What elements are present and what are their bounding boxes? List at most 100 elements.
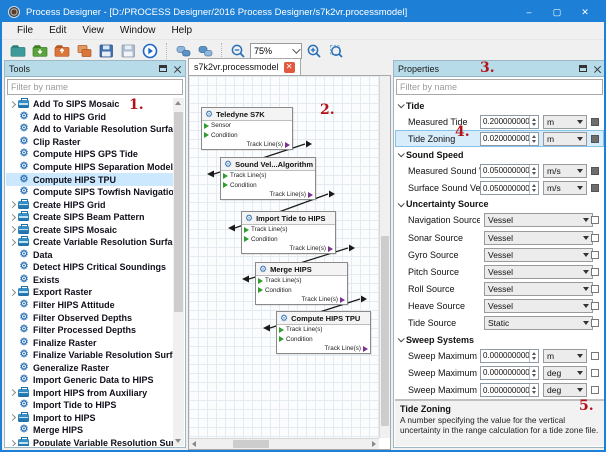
close-button[interactable]: ✕ [572,4,598,20]
expand-chevron-icon[interactable] [9,101,16,108]
save-as-button[interactable] [118,41,138,60]
process-canvas[interactable]: ⚙Teledyne S7KSensorConditionTrack Line(s… [189,76,379,438]
value-spinbox[interactable]: 0.050000000 [480,181,539,195]
output-port[interactable]: Track Line(s) [246,141,290,148]
value-spinbox[interactable]: 0.000000000 [480,383,539,397]
process-node[interactable]: ⚙Import Tide to HIPSTrack Line(s)Conditi… [241,211,336,254]
tool-item[interactable]: ⚙Add to Variable Resolution Surface [6,123,173,136]
tool-item[interactable]: Export Raster [6,286,173,299]
open-process-model-button[interactable] [30,41,50,60]
input-port[interactable]: Sensor [202,121,292,131]
output-port[interactable]: Track Line(s) [324,345,368,352]
collapse-chevron-icon[interactable] [398,200,405,207]
tool-item[interactable]: ⚙Finalize Raster [6,336,173,349]
collapse-chevron-icon[interactable] [398,151,405,158]
tool-item[interactable]: ⚙Compute HIPS GPS Tide [6,148,173,161]
tools-scrollbar[interactable] [173,98,184,446]
tool-item[interactable]: Add To SIPS Mosaic [6,98,173,111]
float-panel-icon[interactable] [159,65,167,72]
unit-combo[interactable]: m [543,115,587,129]
property-extra-button[interactable] [591,118,599,126]
property-extra-button[interactable] [591,319,599,327]
spinner-buttons-icon[interactable] [529,133,538,145]
spinner-buttons-icon[interactable] [529,350,538,362]
expand-chevron-icon[interactable] [9,389,16,396]
property-extra-button[interactable] [591,251,599,259]
source-combo[interactable]: Vessel [484,299,593,313]
value-spinbox[interactable]: 0.020000000 [480,132,539,146]
save-button[interactable] [96,41,116,60]
collapse-chevron-icon[interactable] [398,101,405,108]
input-port[interactable]: Track Line(s) [277,325,370,335]
tab-processmodel[interactable]: s7k2vr.processmodel ✕ [188,58,301,75]
property-extra-button[interactable] [591,184,599,192]
property-extra-button[interactable] [591,285,599,293]
tool-item[interactable]: Create SIPS Beam Pattern [6,211,173,224]
spinner-buttons-icon[interactable] [529,182,538,194]
menu-edit[interactable]: Edit [42,23,73,38]
source-combo[interactable]: Static [484,316,593,330]
spinner-buttons-icon[interactable] [529,116,538,128]
tool-item[interactable]: ⚙Compute SIPS Towfish Navigation [6,186,173,199]
tool-item[interactable]: ⚙Filter HIPS Attitude [6,299,173,312]
unit-combo[interactable]: deg [543,366,587,380]
tool-item[interactable]: ⚙Add to HIPS Grid [6,111,173,124]
import-process-model-button[interactable] [52,41,72,60]
tool-item[interactable]: ⚙Generalize Raster [6,361,173,374]
menu-window[interactable]: Window [113,23,163,38]
expand-chevron-icon[interactable] [9,414,16,421]
scroll-thumb[interactable] [174,112,183,312]
unit-combo[interactable]: deg [543,383,587,397]
spinner-buttons-icon[interactable] [529,384,538,396]
tool-item[interactable]: ⚙Filter Processed Depths [6,324,173,337]
tool-item[interactable]: ⚙Finalize Variable Resolution Surface [6,349,173,362]
tool-item[interactable]: Populate Variable Resolution Surf... [6,437,173,446]
minimize-button[interactable]: – [516,4,542,20]
tool-item[interactable]: ⚙Compute HIPS TPU [6,173,173,186]
run-process-button[interactable] [140,41,160,60]
value-spinbox[interactable]: 0.000000000 [480,349,539,363]
source-combo[interactable]: Vessel [484,282,593,296]
scroll-up-icon[interactable] [175,101,181,105]
float-panel-icon[interactable] [579,65,587,72]
value-spinbox[interactable]: 0.200000000 [480,115,539,129]
new-process-model-button[interactable] [8,41,28,60]
input-port[interactable]: Track Line(s) [242,225,335,235]
property-extra-button[interactable] [591,302,599,310]
input-port[interactable]: Condition [256,286,347,296]
tools-filter-input[interactable] [7,79,183,95]
input-port[interactable]: Condition [242,235,335,245]
process-node[interactable]: ⚙Teledyne S7KSensorConditionTrack Line(s… [201,107,293,150]
scroll-right-icon[interactable] [372,441,376,447]
tab-close-icon[interactable]: ✕ [284,62,295,73]
expand-chevron-icon[interactable] [9,289,16,296]
tool-item[interactable]: ⚙Import Tide to HIPS [6,399,173,412]
property-extra-button[interactable] [591,369,599,377]
process-node[interactable]: ⚙Sound Vel...AlgorithmTrack Line(s)Condi… [220,157,316,200]
spinner-buttons-icon[interactable] [529,165,538,177]
expand-chevron-icon[interactable] [9,439,16,446]
expand-chevron-icon[interactable] [9,201,16,208]
spinner-buttons-icon[interactable] [529,367,538,379]
copy-process-model-button[interactable] [74,41,94,60]
property-group-header[interactable]: Uncertainty Source [395,197,604,212]
tool-item[interactable]: ⚙Data [6,249,173,262]
scroll-thumb[interactable] [233,440,269,448]
scroll-thumb[interactable] [381,236,389,426]
menu-file[interactable]: File [10,23,40,38]
value-spinbox[interactable]: 0.000000000 [480,366,539,380]
output-port[interactable]: Track Line(s) [269,191,313,198]
close-panel-icon[interactable] [593,65,601,73]
source-combo[interactable]: Vessel [484,231,593,245]
process-node[interactable]: ⚙Merge HIPSTrack Line(s)ConditionTrack L… [255,262,348,305]
output-port[interactable]: Track Line(s) [289,245,333,252]
unit-combo[interactable]: m [543,349,587,363]
input-port[interactable]: Condition [202,131,292,141]
scroll-left-icon[interactable] [192,441,196,447]
tool-item[interactable]: ⚙Clip Raster [6,136,173,149]
tool-item[interactable]: ⚙Filter Observed Depths [6,311,173,324]
tool-item[interactable]: Create Variable Resolution Surface [6,236,173,249]
unit-combo[interactable]: m [543,132,587,146]
input-port[interactable]: Track Line(s) [221,171,315,181]
unit-combo[interactable]: m/s [543,164,587,178]
